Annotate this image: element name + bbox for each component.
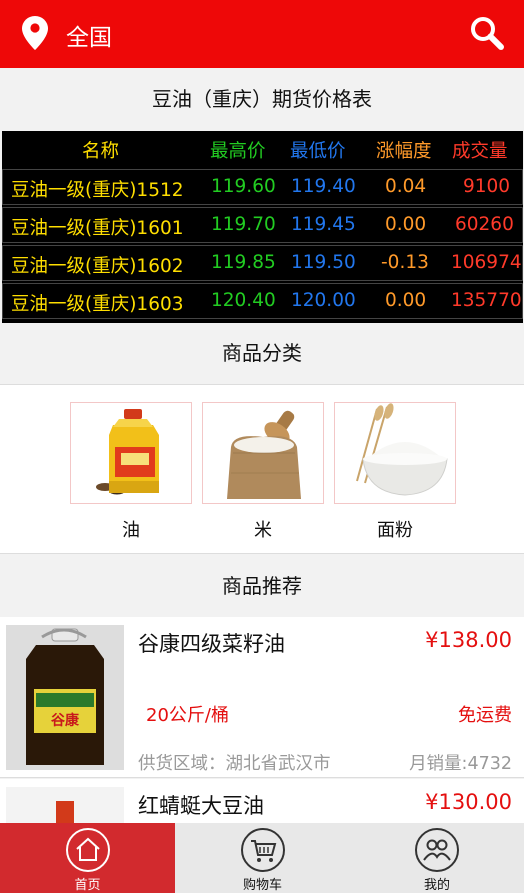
cell-low: 120.00 <box>291 290 356 311</box>
cell-high: 119.60 <box>211 176 276 197</box>
price-table-header: 名称 最高价 最低价 涨幅度 成交量 <box>2 131 523 167</box>
cell-low: 119.40 <box>291 176 356 197</box>
cell-volume: 60260 <box>455 214 514 235</box>
oil-bottle-icon <box>70 402 192 504</box>
user-profile-icon <box>415 828 459 872</box>
col-header-name: 名称 <box>82 141 120 162</box>
product-card[interactable]: 谷康 谷康四级菜籽油 ¥138.00 20公斤/桶 免运费 供货区域：湖北省武汉… <box>0 617 524 778</box>
category-label: 油 <box>122 520 140 541</box>
recommend-title: 商品推荐 <box>0 556 524 616</box>
table-row[interactable]: 豆油一级(重庆)1602 119.85 119.50 -0.13 106974 <box>2 245 523 281</box>
category-title: 商品分类 <box>0 323 524 384</box>
category-item-oil[interactable]: 油 <box>70 402 192 542</box>
cell-high: 119.85 <box>211 252 276 273</box>
table-row[interactable]: 豆油一级(重庆)1603 120.40 120.00 0.00 135770 <box>2 283 523 319</box>
product-sales: 月销量:4732 <box>409 754 512 774</box>
cell-change: 0.00 <box>385 290 427 311</box>
product-price: ¥138.00 <box>425 628 512 652</box>
tab-label: 购物车 <box>242 878 282 893</box>
category-grid: 油 米 面粉 <box>0 384 524 554</box>
shipping-badge: 免运费 <box>458 705 512 726</box>
cell-name: 豆油一级(重庆)1602 <box>11 256 184 277</box>
cart-icon <box>240 828 285 872</box>
cell-change: 0.04 <box>385 176 427 197</box>
col-header-high: 最高价 <box>210 141 266 162</box>
price-table: 名称 最高价 最低价 涨幅度 成交量 豆油一级(重庆)1512 119.60 1… <box>2 131 523 323</box>
tab-profile[interactable]: 我的 <box>350 823 524 893</box>
table-row[interactable]: 豆油一级(重庆)1512 119.60 119.40 0.04 9100 <box>2 169 523 205</box>
search-icon[interactable] <box>470 16 504 50</box>
cell-low: 119.50 <box>291 252 356 273</box>
location-label[interactable]: 全国 <box>66 18 112 52</box>
cell-change: 0.00 <box>385 214 427 235</box>
rice-sack-icon <box>202 402 324 504</box>
tab-label: 我的 <box>423 878 450 893</box>
category-item-flour[interactable]: 面粉 <box>334 402 456 542</box>
bottom-tab-bar: 首页 购物车 我的 <box>0 823 524 893</box>
col-header-change: 涨幅度 <box>376 141 432 162</box>
product-price: ¥130.00 <box>425 790 512 814</box>
product-label-text: 谷康 <box>51 712 80 729</box>
cell-volume: 135770 <box>451 290 522 311</box>
cell-high: 119.70 <box>211 214 276 235</box>
home-icon <box>65 828 110 872</box>
col-header-volume: 成交量 <box>452 141 508 162</box>
flour-bowl-icon <box>334 402 456 504</box>
cell-high: 120.40 <box>211 290 276 311</box>
location-pin-icon[interactable] <box>22 16 48 50</box>
cell-change: -0.13 <box>381 252 429 273</box>
cell-volume: 9100 <box>463 176 511 197</box>
product-image: 谷康 <box>6 625 124 770</box>
category-label: 米 <box>254 520 272 541</box>
product-region: 供货区域：湖北省武汉市 <box>138 754 331 774</box>
cell-volume: 106974 <box>451 252 522 273</box>
category-item-rice[interactable]: 米 <box>202 402 324 542</box>
product-name[interactable]: 红蜻蜓大豆油 <box>138 790 264 820</box>
cell-name: 豆油一级(重庆)1512 <box>11 180 184 201</box>
price-table-title: 豆油（重庆）期货价格表 <box>0 68 524 131</box>
product-image <box>6 787 124 823</box>
tab-home[interactable]: 首页 <box>0 823 175 893</box>
product-spec: 20公斤/桶 <box>146 705 229 726</box>
cell-name: 豆油一级(重庆)1601 <box>11 218 184 239</box>
product-name[interactable]: 谷康四级菜籽油 <box>138 628 285 658</box>
col-header-low: 最低价 <box>290 141 346 162</box>
table-row[interactable]: 豆油一级(重庆)1601 119.70 119.45 0.00 60260 <box>2 207 523 243</box>
cell-low: 119.45 <box>291 214 356 235</box>
tab-cart[interactable]: 购物车 <box>175 823 350 893</box>
product-card[interactable]: 红蜻蜓大豆油 ¥130.00 <box>0 779 524 823</box>
tab-label: 首页 <box>74 878 101 893</box>
top-bar: 全国 <box>0 0 524 68</box>
cell-name: 豆油一级(重庆)1603 <box>11 294 184 315</box>
category-label: 面粉 <box>377 520 413 541</box>
